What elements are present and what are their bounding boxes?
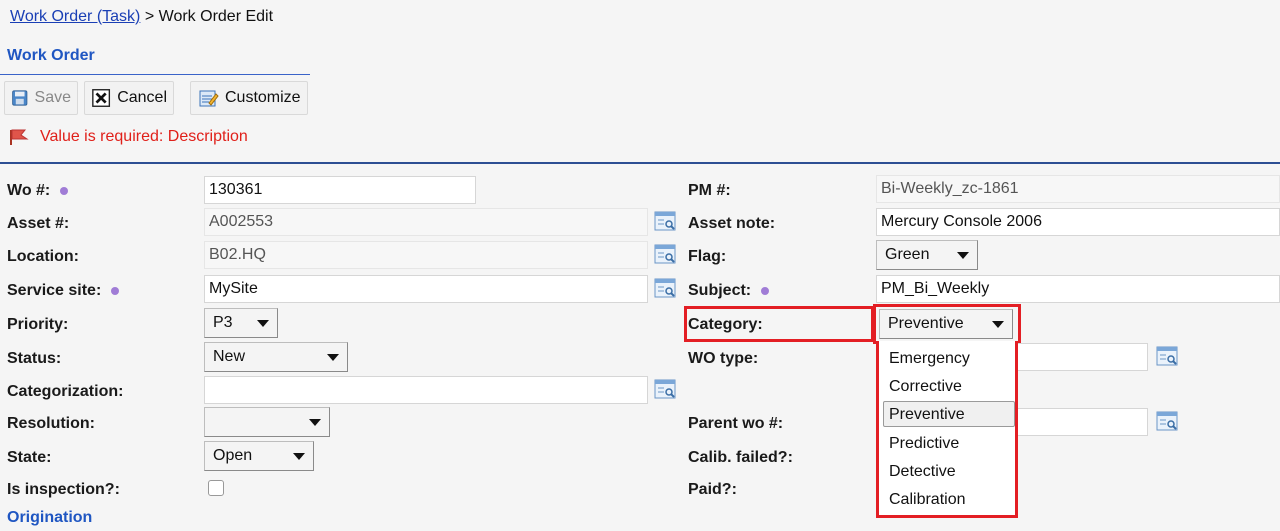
parent-wo-input[interactable] — [1010, 408, 1148, 436]
cancel-label: Cancel — [117, 89, 167, 106]
label-wo-num: Wo #: — [7, 182, 69, 200]
wo-type-input[interactable] — [1010, 343, 1148, 371]
category-value: Preventive — [888, 315, 964, 332]
categorization-input[interactable] — [204, 376, 648, 404]
required-indicator-icon — [761, 286, 770, 295]
category-option-emergency[interactable]: Emergency — [889, 350, 970, 368]
service-site-input[interactable] — [204, 275, 648, 303]
flag-select[interactable]: Green — [876, 240, 978, 270]
label-wo-type: WO type: — [688, 350, 759, 367]
label-flag: Flag: — [688, 248, 727, 265]
label-resolution: Resolution: — [7, 415, 95, 432]
edit-form-icon — [199, 90, 219, 107]
asset-num-input[interactable] — [204, 208, 648, 236]
label-subject: Subject: — [688, 282, 770, 300]
label-paid: Paid?: — [688, 481, 737, 498]
required-indicator-icon — [111, 286, 120, 295]
cancel-button[interactable]: Cancel — [84, 81, 174, 115]
label-service-site: Service site: — [7, 282, 120, 300]
customize-label: Customize — [225, 89, 301, 106]
error-message: Value is required: Description — [8, 127, 248, 147]
priority-value: P3 — [213, 314, 233, 331]
category-dropdown-menu: Emergency Corrective Preventive Predicti… — [876, 341, 1018, 518]
wo-num-input[interactable] — [204, 176, 476, 204]
chevron-down-icon — [992, 320, 1004, 328]
flag-icon — [10, 129, 29, 145]
label-status: Status: — [7, 350, 62, 367]
form-divider — [0, 162, 1280, 164]
chevron-down-icon — [309, 418, 321, 426]
priority-select[interactable]: P3 — [204, 308, 278, 338]
categorization-lookup-icon[interactable] — [654, 379, 678, 401]
label-asset-note: Asset note: — [688, 215, 776, 232]
label-subject-text: Subject: — [688, 282, 752, 299]
label-categorization: Categorization: — [7, 383, 124, 400]
wo-type-lookup-icon[interactable] — [1156, 346, 1180, 368]
category-select[interactable]: Preventive — [879, 309, 1013, 339]
label-pm-num: PM #: — [688, 182, 731, 199]
label-asset-num: Asset #: — [7, 215, 70, 232]
category-option-predictive[interactable]: Predictive — [889, 435, 959, 453]
chevron-down-icon — [327, 353, 339, 361]
service-site-lookup-icon[interactable] — [654, 278, 678, 300]
category-option-calibration[interactable]: Calibration — [889, 491, 965, 509]
label-category: Category: — [688, 316, 763, 333]
close-icon — [92, 89, 111, 107]
floppy-disk-icon — [12, 90, 28, 106]
pm-num-input[interactable] — [876, 175, 1280, 203]
label-location: Location: — [7, 248, 79, 265]
location-input[interactable] — [204, 241, 648, 269]
label-service-site-text: Service site: — [7, 282, 102, 299]
parent-wo-lookup-icon[interactable] — [1156, 411, 1180, 433]
label-state: State: — [7, 449, 52, 466]
asset-note-input[interactable] — [876, 208, 1280, 236]
chevron-down-icon — [257, 319, 269, 327]
customize-button[interactable]: Customize — [190, 81, 308, 115]
chevron-down-icon — [957, 251, 969, 259]
section-title-origination: Origination — [7, 509, 93, 526]
error-text: Value is required: Description — [40, 128, 248, 145]
breadcrumb-link-work-order-task[interactable]: Work Order (Task) — [10, 8, 140, 25]
required-indicator-icon — [60, 186, 69, 195]
label-priority: Priority: — [7, 316, 69, 333]
status-select[interactable]: New — [204, 342, 348, 372]
category-option-detective[interactable]: Detective — [889, 463, 956, 481]
breadcrumb: Work Order (Task) > Work Order Edit — [10, 8, 273, 26]
category-option-corrective[interactable]: Corrective — [889, 378, 962, 396]
asset-lookup-icon[interactable] — [654, 211, 678, 233]
status-value: New — [213, 348, 246, 365]
label-parent-wo: Parent wo #: — [688, 415, 784, 432]
resolution-select[interactable] — [204, 407, 330, 437]
chevron-down-icon — [293, 452, 305, 460]
state-select[interactable]: Open — [204, 441, 314, 471]
subject-input[interactable] — [876, 275, 1280, 303]
is-inspection-checkbox[interactable] — [208, 480, 224, 496]
category-option-preventive[interactable]: Preventive — [889, 406, 965, 424]
state-value: Open — [213, 447, 253, 464]
label-is-inspection: Is inspection?: — [7, 481, 120, 498]
breadcrumb-separator: > — [144, 8, 155, 25]
save-label: Save — [34, 89, 71, 106]
flag-value: Green — [885, 246, 930, 263]
label-calib-failed: Calib. failed?: — [688, 449, 793, 466]
label-wo-num-text: Wo #: — [7, 182, 51, 199]
title-divider — [0, 74, 310, 75]
breadcrumb-current: Work Order Edit — [158, 8, 274, 25]
location-lookup-icon[interactable] — [654, 244, 678, 266]
section-title-work-order: Work Order — [7, 47, 95, 64]
save-button[interactable]: Save — [4, 81, 78, 115]
